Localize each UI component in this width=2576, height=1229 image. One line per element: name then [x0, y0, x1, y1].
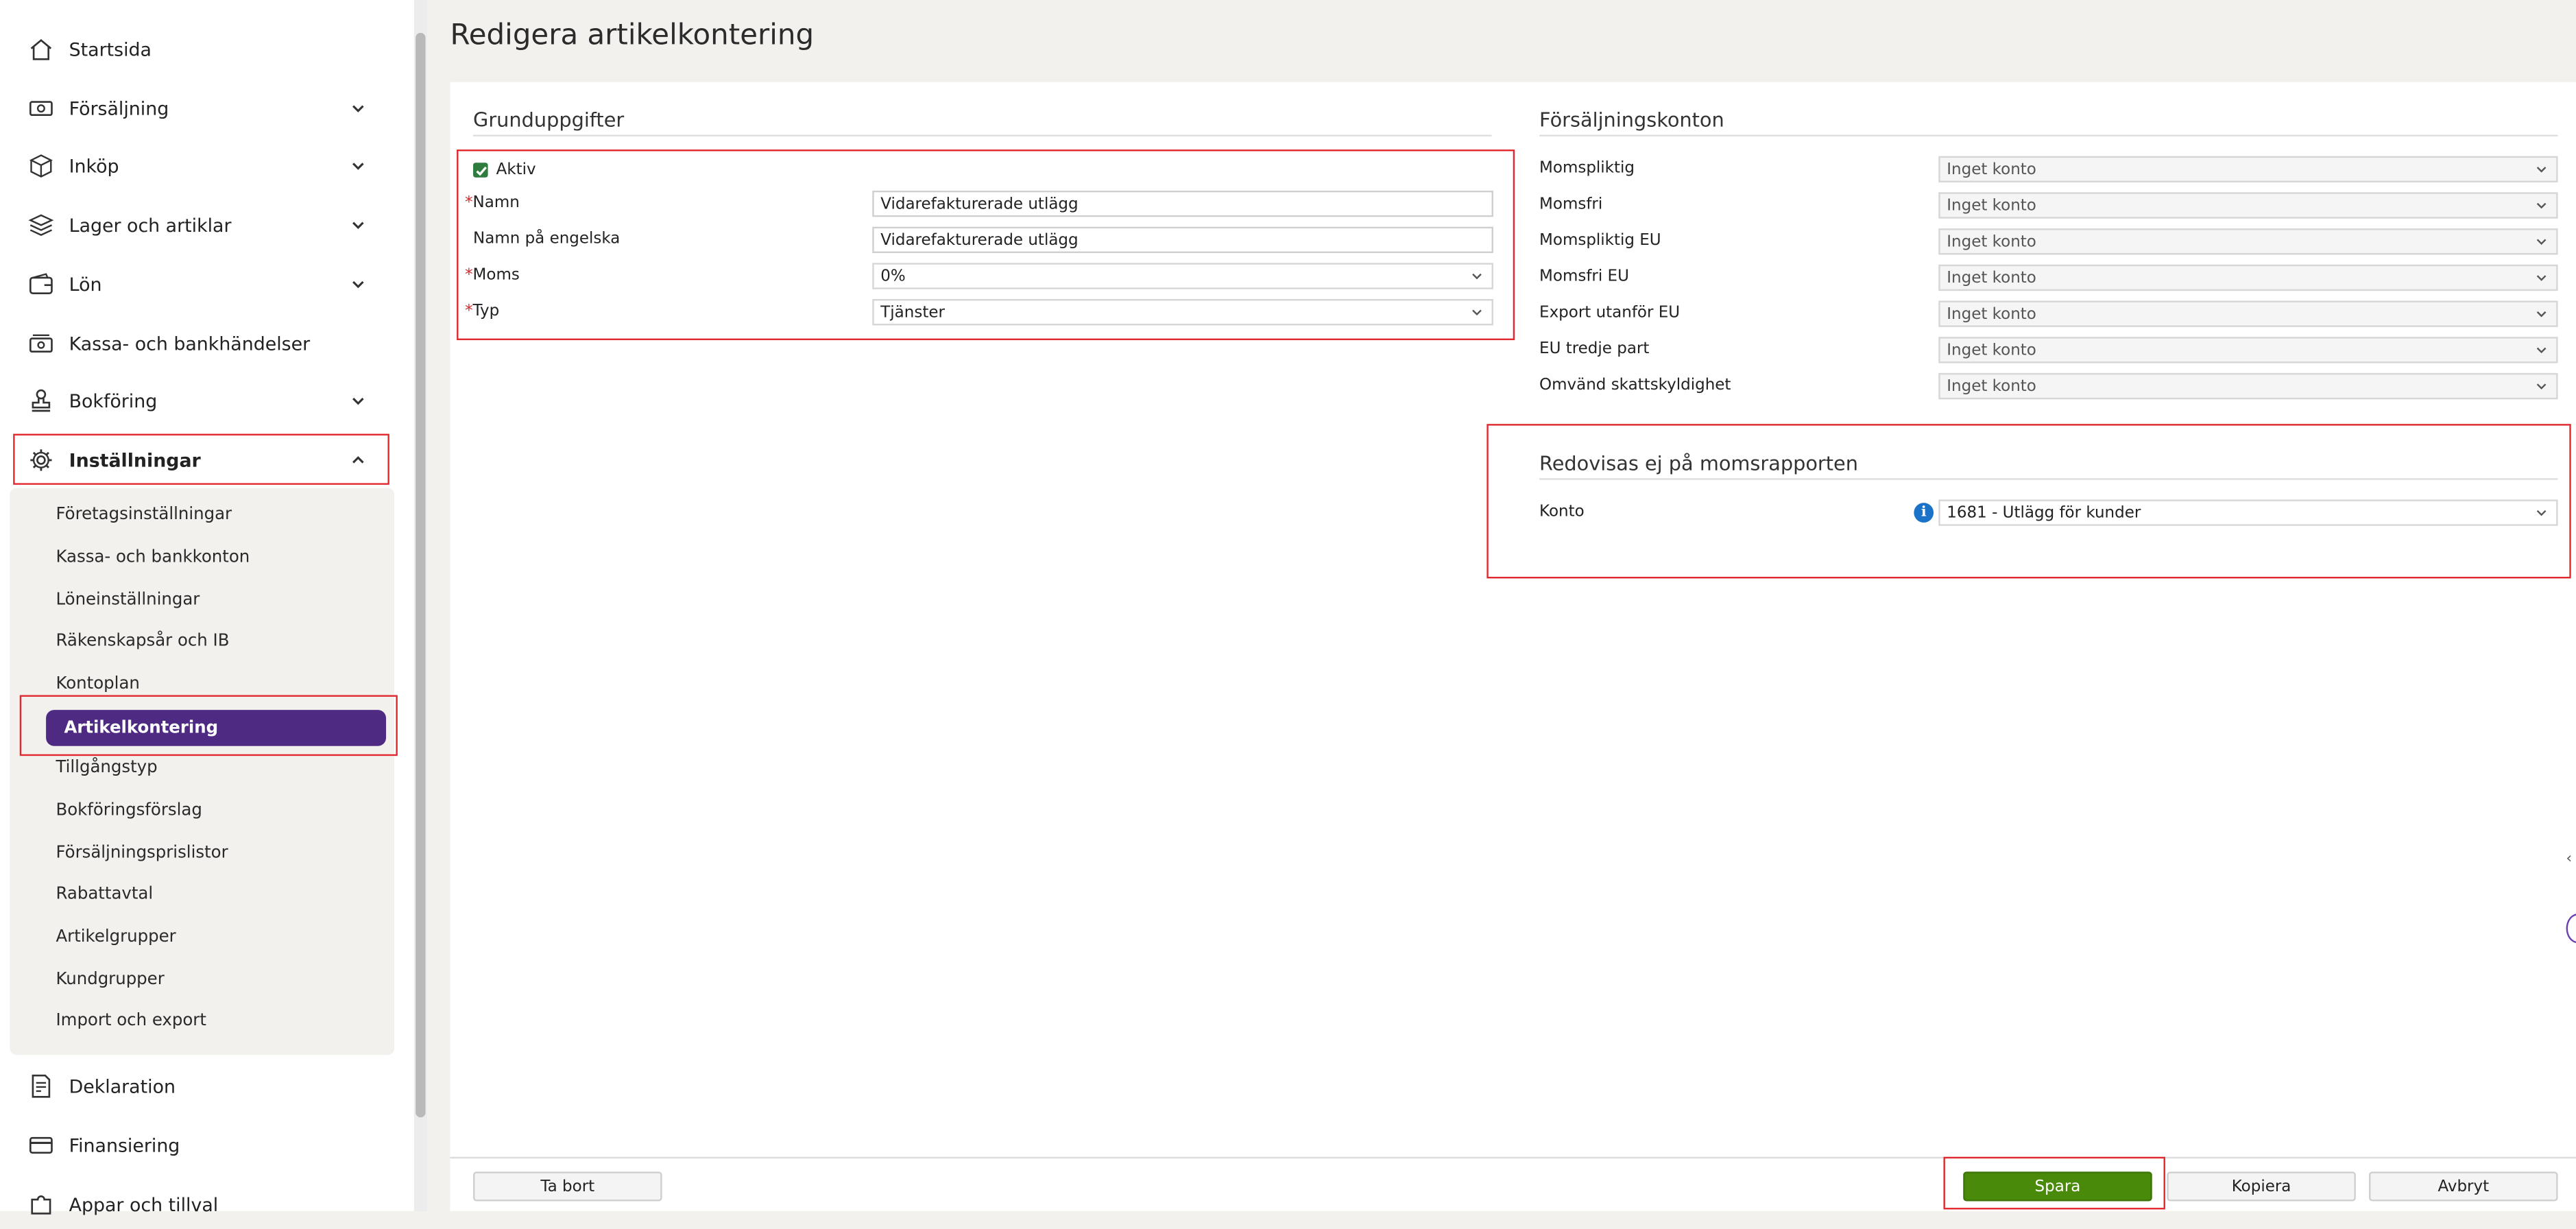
sales-account-value: Inget konto: [1947, 305, 2036, 323]
submenu-item-bokforingsforslag[interactable]: Bokföringsförslag: [56, 802, 202, 820]
sidebar-item-label: Finansiering: [69, 1134, 180, 1156]
sidebar: Startsida Försäljning Inköp Lager och ar…: [0, 0, 414, 1215]
sidebar-item-label: Inköp: [69, 155, 119, 177]
submenu-item-forsaljningsprislistor[interactable]: Försäljningsprislistor: [56, 845, 228, 863]
sidebar-item-kassa[interactable]: Kassa- och bankhändelser: [13, 319, 387, 368]
sales-account-value: Inget konto: [1947, 341, 2036, 359]
home-icon: [26, 34, 56, 64]
section-divider: [473, 134, 1492, 136]
chevron-down-icon: [345, 271, 371, 297]
sidebar-scrollbar[interactable]: [413, 0, 427, 1211]
chevron-down-icon: [2536, 383, 2547, 390]
sales-account-select[interactable]: Inget konto: [1938, 300, 2558, 327]
sales-account-label: Momspliktig EU: [1539, 231, 1661, 250]
chevron-down-icon: [345, 153, 371, 179]
highlight-momsrapporten: [1486, 424, 2571, 579]
sales-account-label: Momsfri: [1539, 195, 1603, 214]
section-heading-grunduppgifter: Grunduppgifter: [473, 108, 625, 132]
sales-account-value: Inget konto: [1947, 196, 2036, 215]
sidebar-item-startsida[interactable]: Startsida: [13, 25, 387, 74]
submenu-item-kontoplan[interactable]: Kontoplan: [56, 676, 139, 693]
chevron-down-icon: [2536, 167, 2547, 173]
document-icon: [26, 1071, 56, 1101]
sales-account-label: Momsfri EU: [1539, 267, 1629, 286]
submenu-item-artikelgrupper[interactable]: Artikelgrupper: [56, 929, 176, 946]
chevron-down-icon: [345, 95, 371, 121]
sales-account-select[interactable]: Inget konto: [1938, 156, 2558, 182]
copy-button[interactable]: Kopiera: [2167, 1171, 2356, 1202]
scrollbar-thumb[interactable]: [416, 32, 426, 1118]
page-title: Redigera artikelkontering: [450, 19, 815, 53]
sidebar-item-label: Bokföring: [69, 390, 158, 412]
submenu-item-kassa-bankkonton[interactable]: Kassa- och bankkonton: [56, 549, 250, 566]
submenu-item-tillgangstyp[interactable]: Tillgångstyp: [56, 759, 157, 777]
sales-account-value: Inget konto: [1947, 377, 2036, 396]
chevron-down-icon: [2536, 239, 2547, 246]
sidebar-item-lager[interactable]: Lager och artiklar: [13, 200, 387, 250]
cancel-button[interactable]: Avbryt: [2369, 1171, 2558, 1202]
highlight-artikelkontering: [19, 695, 398, 756]
submenu-item-rakenskapsar[interactable]: Räkenskapsår och IB: [56, 632, 229, 650]
submenu-item-kundgrupper[interactable]: Kundgrupper: [56, 971, 164, 989]
submenu-item-loneinstallningar[interactable]: Löneinställningar: [56, 592, 200, 610]
chevron-down-icon: [2536, 275, 2547, 281]
sidebar-item-lon[interactable]: Lön: [13, 260, 387, 309]
sidebar-item-inkop[interactable]: Inköp: [13, 141, 387, 191]
sidebar-item-label: Försäljning: [69, 97, 169, 119]
delete-button[interactable]: Ta bort: [473, 1171, 662, 1202]
sidebar-item-forsaljning[interactable]: Försäljning: [13, 84, 387, 133]
sales-account-select[interactable]: Inget konto: [1938, 372, 2558, 400]
wallet-icon: [26, 270, 56, 299]
collapse-arrow-icon[interactable]: ‹: [2566, 851, 2573, 868]
box-icon: [26, 151, 56, 180]
highlight-installningar: [13, 433, 389, 485]
sidebar-item-label: Appar och tillval: [69, 1193, 219, 1215]
card-icon: [26, 1130, 56, 1160]
sidebar-item-label: Kassa- och bankhändelser: [69, 333, 311, 355]
sidebar-item-label: Deklaration: [69, 1075, 176, 1097]
chevron-down-icon: [2536, 202, 2547, 209]
sales-account-value: Inget konto: [1947, 232, 2036, 251]
highlight-grunduppgifter: [457, 150, 1515, 340]
sidebar-item-finansiering[interactable]: Finansiering: [13, 1121, 387, 1170]
sales-account-value: Inget konto: [1947, 268, 2036, 287]
chevron-down-icon: [345, 387, 371, 414]
sales-account-select[interactable]: Inget konto: [1938, 264, 2558, 291]
section-heading-forsaljningskonton: Försäljningskonton: [1539, 108, 1724, 132]
chevron-down-icon: [2536, 347, 2547, 354]
sidebar-item-bokforing[interactable]: Bokföring: [13, 377, 387, 426]
stamp-icon: [26, 386, 56, 416]
highlight-save: [1943, 1156, 2165, 1210]
money-icon: [26, 94, 56, 123]
chevron-down-icon: [2536, 311, 2547, 318]
sidebar-item-deklaration[interactable]: Deklaration: [13, 1062, 387, 1111]
sales-account-value: Inget konto: [1947, 160, 2036, 178]
sales-account-select[interactable]: Inget konto: [1938, 192, 2558, 219]
cash-icon: [26, 329, 56, 358]
puzzle-icon: [26, 1190, 56, 1219]
section-divider: [1539, 134, 2558, 136]
submenu-item-rabattavtal[interactable]: Rabattavtal: [56, 885, 153, 903]
sales-account-select[interactable]: Inget konto: [1938, 337, 2558, 363]
sales-account-label: Export utanför EU: [1539, 304, 1681, 322]
sidebar-item-label: Lön: [69, 273, 102, 296]
sales-account-select[interactable]: Inget konto: [1938, 228, 2558, 255]
sales-account-label: Omvänd skattskyldighet: [1539, 376, 1731, 395]
layers-icon: [26, 211, 56, 240]
sales-account-label: EU tredje part: [1539, 339, 1650, 359]
submenu-item-foretagsinstallningar[interactable]: Företagsinställningar: [56, 506, 232, 524]
footer-divider: [450, 1156, 2576, 1159]
submenu-item-import-export[interactable]: Import och export: [56, 1012, 206, 1030]
chevron-down-icon: [345, 212, 371, 238]
sidebar-item-label: Startsida: [69, 38, 152, 60]
sales-account-label: Momspliktig: [1539, 159, 1635, 178]
sidebar-item-label: Lager och artiklar: [69, 214, 232, 236]
sidebar-item-appar[interactable]: Appar och tillval: [13, 1180, 387, 1229]
